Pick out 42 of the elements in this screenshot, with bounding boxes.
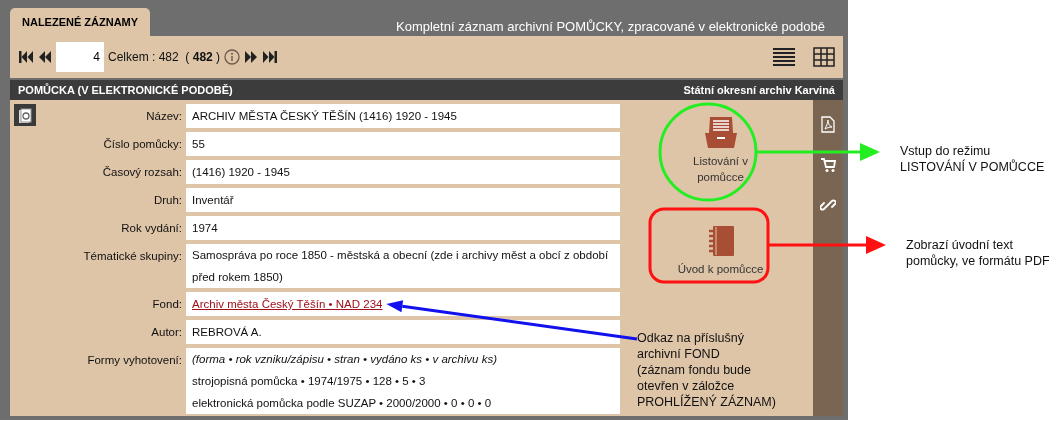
- field-label: Tématické skupiny:: [82, 249, 183, 264]
- field-label: Rok vydání:: [120, 221, 183, 236]
- field-value: strojopisná pomůcka • 1974/1975 • 128 • 5 • 3: [192, 374, 427, 389]
- field-value: REBROVÁ A.: [186, 320, 620, 344]
- page-field[interactable]: 4: [56, 42, 104, 72]
- field-value: Samospráva po roce 1850 - městská a obecní (zde i archivy měst a obcí z období před rokem 1850): [186, 244, 620, 288]
- next-page-icon[interactable]: [244, 50, 259, 64]
- field-label: Název:: [145, 109, 183, 124]
- cart-icon[interactable]: [820, 157, 836, 173]
- field-label: Autor:: [150, 325, 183, 340]
- action-button[interactable]: Listování v pomůcce: [669, 114, 772, 186]
- field-label: Formy vyhotovení:: [86, 353, 183, 368]
- field-value: (1416) 1920 - 1945: [186, 160, 620, 184]
- drawer-icon: [702, 115, 739, 149]
- archive-name: Státní okresní archiv Karviná: [683, 82, 835, 98]
- field-value: Inventář: [186, 188, 620, 212]
- previous-page-icon[interactable]: [38, 50, 52, 64]
- annotation-text: Zobrazí úvodní text pomůcky, ve formátu PDF: [906, 237, 1050, 269]
- notebook-icon: [706, 225, 735, 257]
- action-button[interactable]: Úvod k pomůcce: [671, 224, 770, 278]
- field-label: Druh:: [152, 193, 183, 208]
- field-value: 1974: [186, 216, 620, 240]
- field-label: Časový rozsah:: [101, 165, 183, 180]
- table-view-icon[interactable]: [813, 47, 835, 67]
- section-title: POMŮCKA (V ELEKTRONICKÉ PODOBĚ): [18, 82, 233, 98]
- legend-text: (forma • rok vzniku/zápisu • stran • vydáno ks • v archivu ks): [192, 352, 498, 367]
- list-view-icon[interactable]: [773, 47, 795, 67]
- page-heading: Kompletní záznam archivní POMŮCKY, zpracované v elektronické podobě: [396, 17, 826, 36]
- field-value: 55: [186, 132, 620, 156]
- field-label: Fond:: [151, 297, 183, 312]
- tab[interactable]: NALEZENÉ ZÁZNAMY: [10, 7, 151, 36]
- field-label: Číslo pomůcky:: [102, 137, 183, 152]
- link-icon[interactable]: [820, 197, 836, 213]
- total-count: Celkem : 482 ( 482 ): [108, 49, 221, 66]
- field-value: ARCHIV MĚSTA ČESKÝ TĚŠÍN (1416) 1920 - 1945: [186, 104, 620, 128]
- annotation-text: Odkaz na příslušný archivní FOND (záznam fondu bude otevřen v záložce PROHLÍŽENÝ ZÁZNAM): [637, 330, 776, 410]
- last-page-icon[interactable]: [262, 50, 279, 64]
- annotation-text: Vstup do režimu LISTOVÁNÍ V POMŮCCE: [900, 143, 1045, 175]
- field-value: elektronická pomůcka podle SUZAP • 2000/2000 • 0 • 0 • 0: [192, 396, 493, 411]
- pdf-icon[interactable]: [821, 116, 835, 133]
- info-icon[interactable]: [224, 49, 241, 65]
- first-page-icon[interactable]: [18, 50, 34, 64]
